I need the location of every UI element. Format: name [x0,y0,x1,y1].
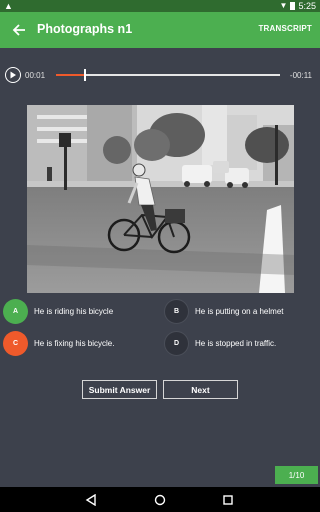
choice-b-text: He is putting on a helmet [195,306,284,316]
choice-d-text: He is stopped in traffic. [195,338,277,348]
choice-a-letter: A [3,298,28,324]
app-bar: Photographs n1 TRANSCRIPT [0,12,320,48]
choice-d[interactable]: D He is stopped in traffic. [164,329,276,357]
status-time: 5:25 [298,1,316,11]
question-photo [27,105,294,293]
choice-c-text: He is fixing his bicycle. [34,338,115,348]
nav-back-icon[interactable] [83,492,99,508]
seekbar-progress [56,74,86,76]
transcript-button[interactable]: TRANSCRIPT [258,24,312,33]
seekbar-thumb[interactable] [84,69,87,81]
play-icon[interactable] [5,67,21,83]
choice-a[interactable]: A He is riding his bicycle [3,297,113,325]
page-indicator: 1/10 [275,466,318,484]
page-title: Photographs n1 [37,22,133,36]
arrow-back-icon[interactable] [9,20,29,40]
choice-a-text: He is riding his bicycle [34,306,114,316]
navigation-bar [0,487,320,512]
notification-icon: ▲ [4,1,13,11]
current-time: 00:01 [25,71,46,80]
street-photo-icon [27,105,294,293]
wifi-icon: ▼ [279,1,288,10]
status-bar: ▲ ▼ 5:25 [0,0,320,12]
choice-b-letter: B [164,298,189,324]
next-button[interactable]: Next [163,380,238,399]
audio-seekbar[interactable] [56,69,280,81]
submit-answer-button[interactable]: Submit Answer [82,380,157,399]
choice-c[interactable]: C He is fixing his bicycle. [3,329,114,357]
remaining-time: -00:11 [289,71,312,80]
choice-c-letter: C [3,330,28,356]
status-icons: ▼ 5:25 [280,1,316,11]
battery-icon [290,2,296,10]
choice-b[interactable]: B He is putting on a helmet [164,297,284,325]
audio-player: 00:01 -00:11 [0,62,320,88]
nav-recents-icon[interactable] [220,492,236,508]
nav-home-icon[interactable] [152,492,168,508]
choice-d-letter: D [164,330,189,356]
